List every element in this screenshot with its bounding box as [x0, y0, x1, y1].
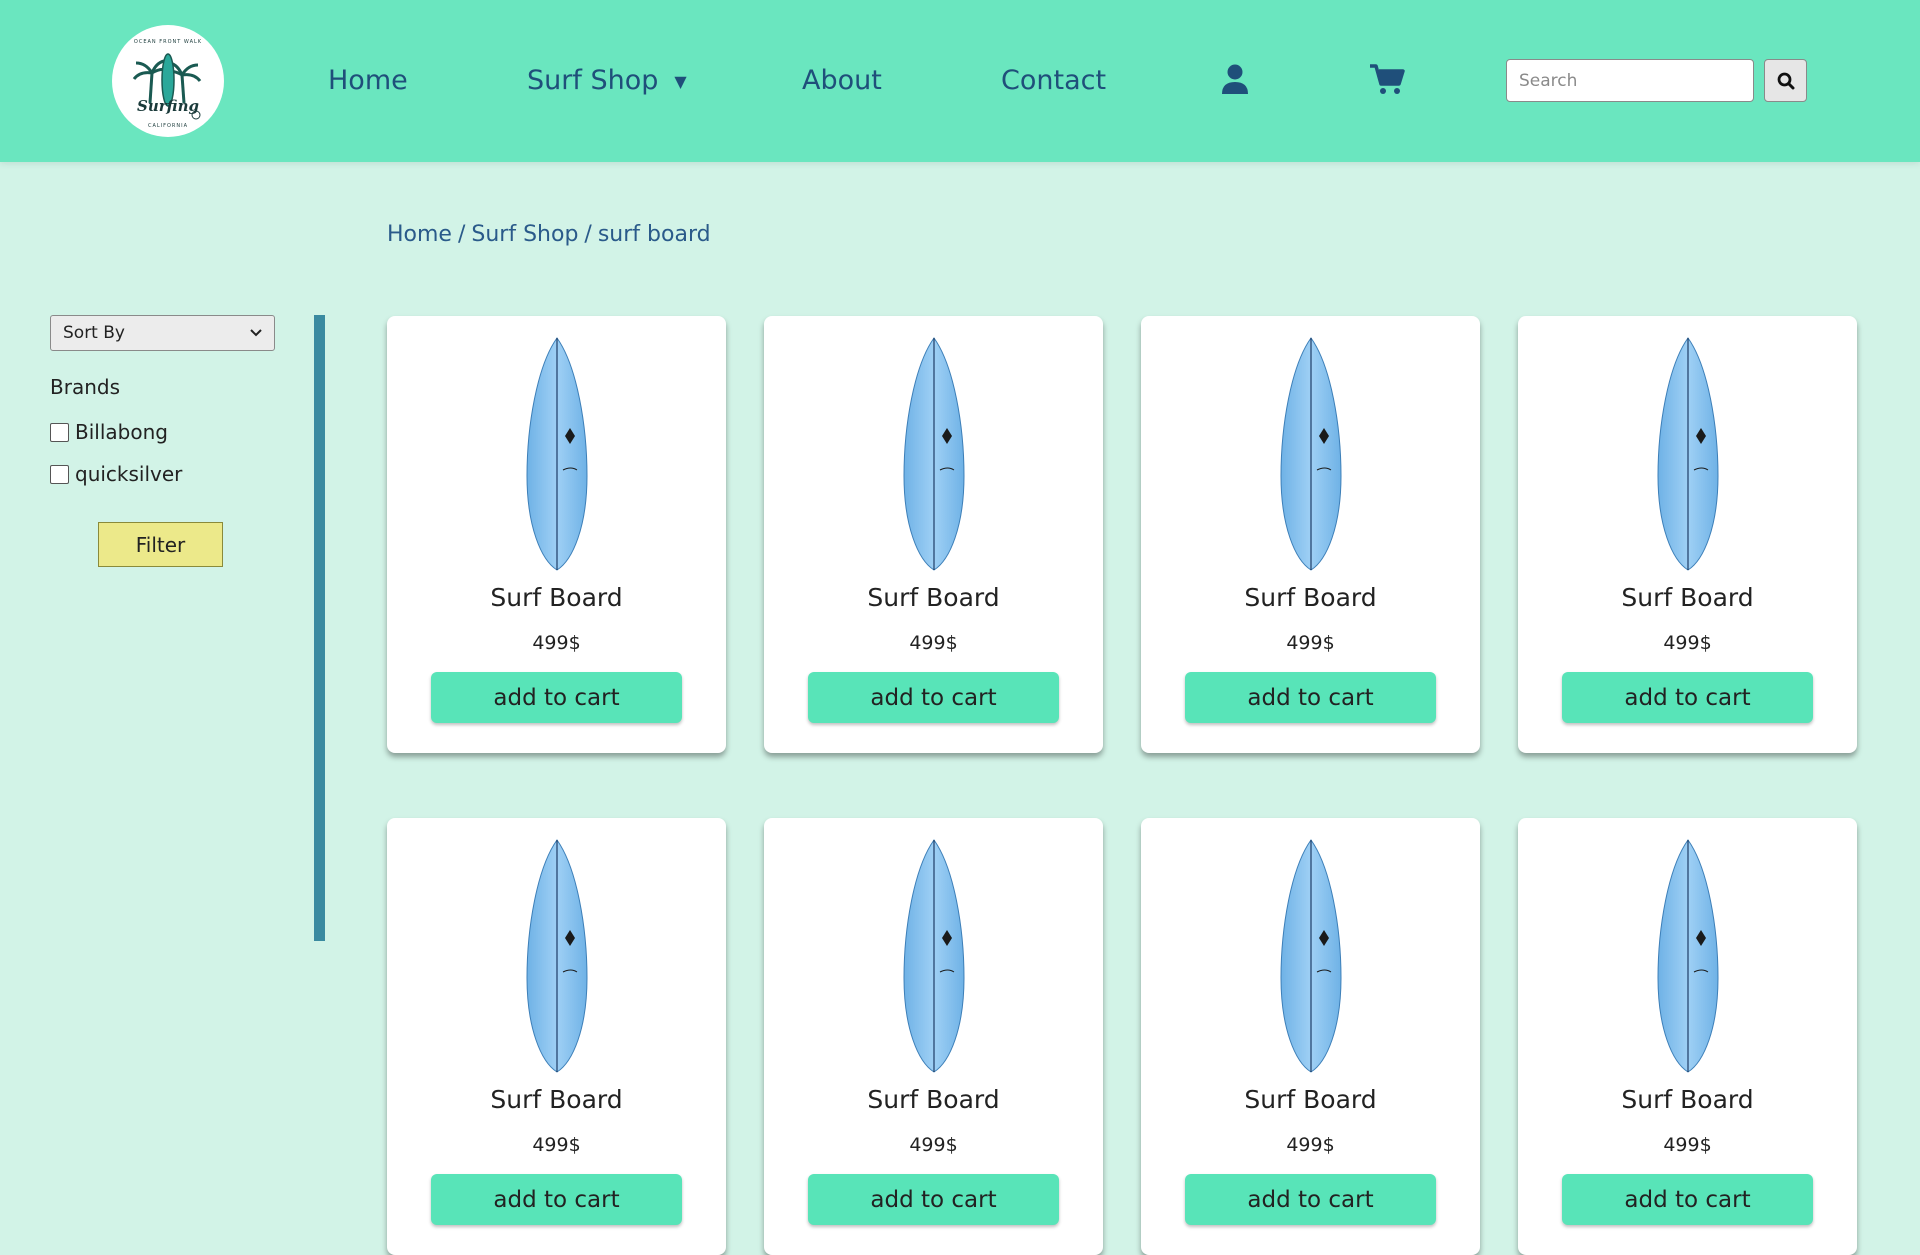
surfboard-image [525, 839, 588, 1073]
breadcrumb-surf-shop[interactable]: Surf Shop [471, 222, 578, 247]
brand-option-billabong: Billabong [50, 420, 168, 444]
product-price: 499$ [532, 1134, 581, 1156]
user-icon[interactable] [1218, 62, 1252, 96]
add-to-cart-button[interactable]: add to cart [1185, 1174, 1436, 1225]
add-to-cart-button[interactable]: add to cart [431, 672, 682, 723]
add-to-cart-button[interactable]: add to cart [1185, 672, 1436, 723]
product-price: 499$ [909, 1134, 958, 1156]
surfing-logo-icon: Surfing OCEAN FRONT WALK CALIFORNIA [114, 27, 222, 135]
product-card[interactable]: Surf Board 499$ add to cart [1518, 316, 1857, 753]
site-logo[interactable]: Surfing OCEAN FRONT WALK CALIFORNIA [112, 25, 224, 137]
add-to-cart-button[interactable]: add to cart [808, 672, 1059, 723]
sort-select[interactable]: Sort By [50, 315, 275, 351]
product-card[interactable]: Surf Board 499$ add to cart [1141, 818, 1480, 1255]
breadcrumb: Home / Surf Shop / surf board [387, 222, 711, 247]
nav-about[interactable]: About [802, 60, 882, 102]
site-header: Surfing OCEAN FRONT WALK CALIFORNIA Home… [0, 0, 1920, 162]
nav-home[interactable]: Home [328, 60, 408, 102]
search-input[interactable] [1506, 59, 1754, 102]
breadcrumb-separator: / [584, 222, 592, 247]
product-price: 499$ [532, 632, 581, 654]
add-to-cart-button[interactable]: add to cart [1562, 1174, 1813, 1225]
product-price: 499$ [1663, 632, 1712, 654]
breadcrumb-home[interactable]: Home [387, 222, 452, 247]
product-title[interactable]: Surf Board [1141, 1085, 1480, 1114]
logo-word: Surfing [137, 97, 199, 115]
product-title[interactable]: Surf Board [387, 1085, 726, 1114]
brand-checkbox[interactable] [50, 422, 69, 442]
cart-icon[interactable] [1368, 62, 1406, 96]
brand-label: Billabong [75, 420, 168, 444]
nav-contact[interactable]: Contact [1001, 60, 1106, 102]
nav-surf-shop-label: Surf Shop [527, 65, 659, 96]
brand-checkbox[interactable] [50, 464, 69, 484]
nav-surf-shop[interactable]: Surf Shop ▼ [527, 60, 687, 103]
product-title[interactable]: Surf Board [1141, 583, 1480, 612]
breadcrumb-separator: / [457, 222, 466, 247]
surfboard-image [525, 337, 588, 571]
add-to-cart-button[interactable]: add to cart [808, 1174, 1059, 1225]
product-card[interactable]: Surf Board 499$ add to cart [764, 818, 1103, 1255]
product-card[interactable]: Surf Board 499$ add to cart [387, 316, 726, 753]
product-title[interactable]: Surf Board [1518, 583, 1857, 612]
product-card[interactable]: Surf Board 499$ add to cart [387, 818, 726, 1255]
product-title[interactable]: Surf Board [387, 583, 726, 612]
search-icon [1777, 72, 1794, 89]
svg-text:OCEAN FRONT WALK: OCEAN FRONT WALK [134, 39, 202, 45]
surfboard-image [1656, 839, 1719, 1073]
product-price: 499$ [1663, 1134, 1712, 1156]
product-price: 499$ [909, 632, 958, 654]
brands-title: Brands [50, 375, 120, 399]
add-to-cart-button[interactable]: add to cart [431, 1174, 682, 1225]
product-card[interactable]: Surf Board 499$ add to cart [764, 316, 1103, 753]
product-price: 499$ [1286, 632, 1335, 654]
surfboard-image [1279, 337, 1342, 571]
svg-text:CALIFORNIA: CALIFORNIA [148, 123, 188, 129]
product-card[interactable]: Surf Board 499$ add to cart [1141, 316, 1480, 753]
product-title[interactable]: Surf Board [764, 583, 1103, 612]
search-button[interactable] [1764, 59, 1807, 102]
surfboard-image [902, 337, 965, 571]
product-price: 499$ [1286, 1134, 1335, 1156]
caret-down-icon: ▼ [674, 71, 687, 91]
sidebar-divider [314, 315, 325, 941]
add-to-cart-button[interactable]: add to cart [1562, 672, 1813, 723]
product-card[interactable]: Surf Board 499$ add to cart [1518, 818, 1857, 1255]
sort-select-value: Sort By [63, 323, 125, 343]
chevron-down-icon [250, 329, 262, 337]
surfboard-image [1656, 337, 1719, 571]
brand-label: quicksilver [75, 462, 183, 486]
breadcrumb-current[interactable]: surf board [598, 222, 711, 247]
surfboard-image [902, 839, 965, 1073]
product-title[interactable]: Surf Board [764, 1085, 1103, 1114]
brand-option-quicksilver: quicksilver [50, 462, 182, 486]
product-title[interactable]: Surf Board [1518, 1085, 1857, 1114]
filter-button[interactable]: Filter [98, 522, 223, 567]
surfboard-image [1279, 839, 1342, 1073]
